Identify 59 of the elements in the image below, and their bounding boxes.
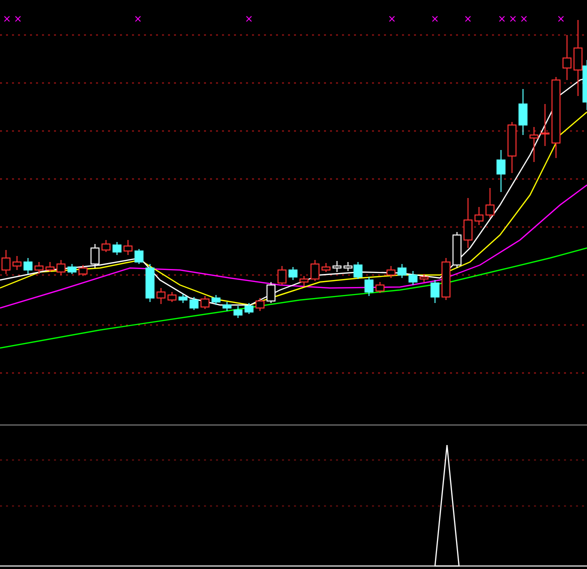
- signal-mark: ×: [464, 14, 472, 25]
- signal-mark: ×: [14, 14, 22, 25]
- candlestick: [278, 266, 286, 286]
- candlestick: [430, 280, 440, 304]
- signal-mark: ×: [244, 14, 254, 25]
- candlestick: [540, 104, 550, 146]
- candlestick: [562, 34, 572, 80]
- candlestick: [134, 248, 144, 264]
- candlestick: [146, 264, 154, 302]
- candlestick: [24, 258, 32, 274]
- signal-mark: ×: [520, 14, 528, 25]
- candlestick: [12, 256, 22, 270]
- candlestick: [420, 274, 428, 282]
- candlestick: [332, 260, 342, 272]
- candlestick: [398, 264, 406, 278]
- candlestick: [266, 282, 276, 304]
- candlestick: [200, 296, 210, 310]
- candlestick: [68, 264, 76, 274]
- candlestick: [102, 240, 110, 252]
- candlestick: [464, 198, 472, 248]
- candlestick: [222, 302, 232, 312]
- signal-mark: ×: [388, 14, 396, 25]
- candlestick: [156, 288, 166, 304]
- candlestick: [530, 126, 538, 162]
- signal-mark: ×: [430, 14, 440, 25]
- candlestick: [364, 276, 374, 296]
- candlestick: [376, 282, 384, 294]
- candlestick: [46, 262, 54, 272]
- candlestick: [234, 306, 242, 318]
- candlestick: [518, 88, 528, 136]
- candlestick: [56, 260, 66, 276]
- candlestick: [288, 266, 298, 280]
- signal-mark: ×: [2, 14, 12, 25]
- candlestick: [244, 302, 254, 314]
- candlestick: [486, 188, 494, 218]
- candlestick: [34, 262, 44, 274]
- candlestick: [212, 294, 220, 306]
- candlestick: [474, 206, 484, 226]
- signal-mark: ×: [556, 14, 566, 25]
- candlestick: [508, 122, 516, 174]
- candlestick: [386, 266, 396, 278]
- candlestick: [442, 258, 450, 300]
- candlestick: [452, 232, 462, 268]
- candlestick: [190, 296, 198, 310]
- candlestick: [322, 262, 330, 272]
- candlestick: [90, 244, 100, 268]
- signal-mark: ×: [498, 14, 506, 25]
- candlestick: [408, 270, 418, 286]
- candlestick: [256, 298, 264, 312]
- candlestick: [300, 276, 308, 286]
- signal-mark: ×: [508, 14, 518, 25]
- candlestick: [310, 260, 320, 282]
- candlestick: [124, 240, 132, 256]
- candlestick: [496, 150, 506, 192]
- candlestick: [168, 292, 176, 302]
- signal-mark: ×: [134, 14, 142, 25]
- candlestick: [178, 294, 188, 304]
- candlestick: [78, 264, 88, 276]
- candlestick: [112, 242, 122, 256]
